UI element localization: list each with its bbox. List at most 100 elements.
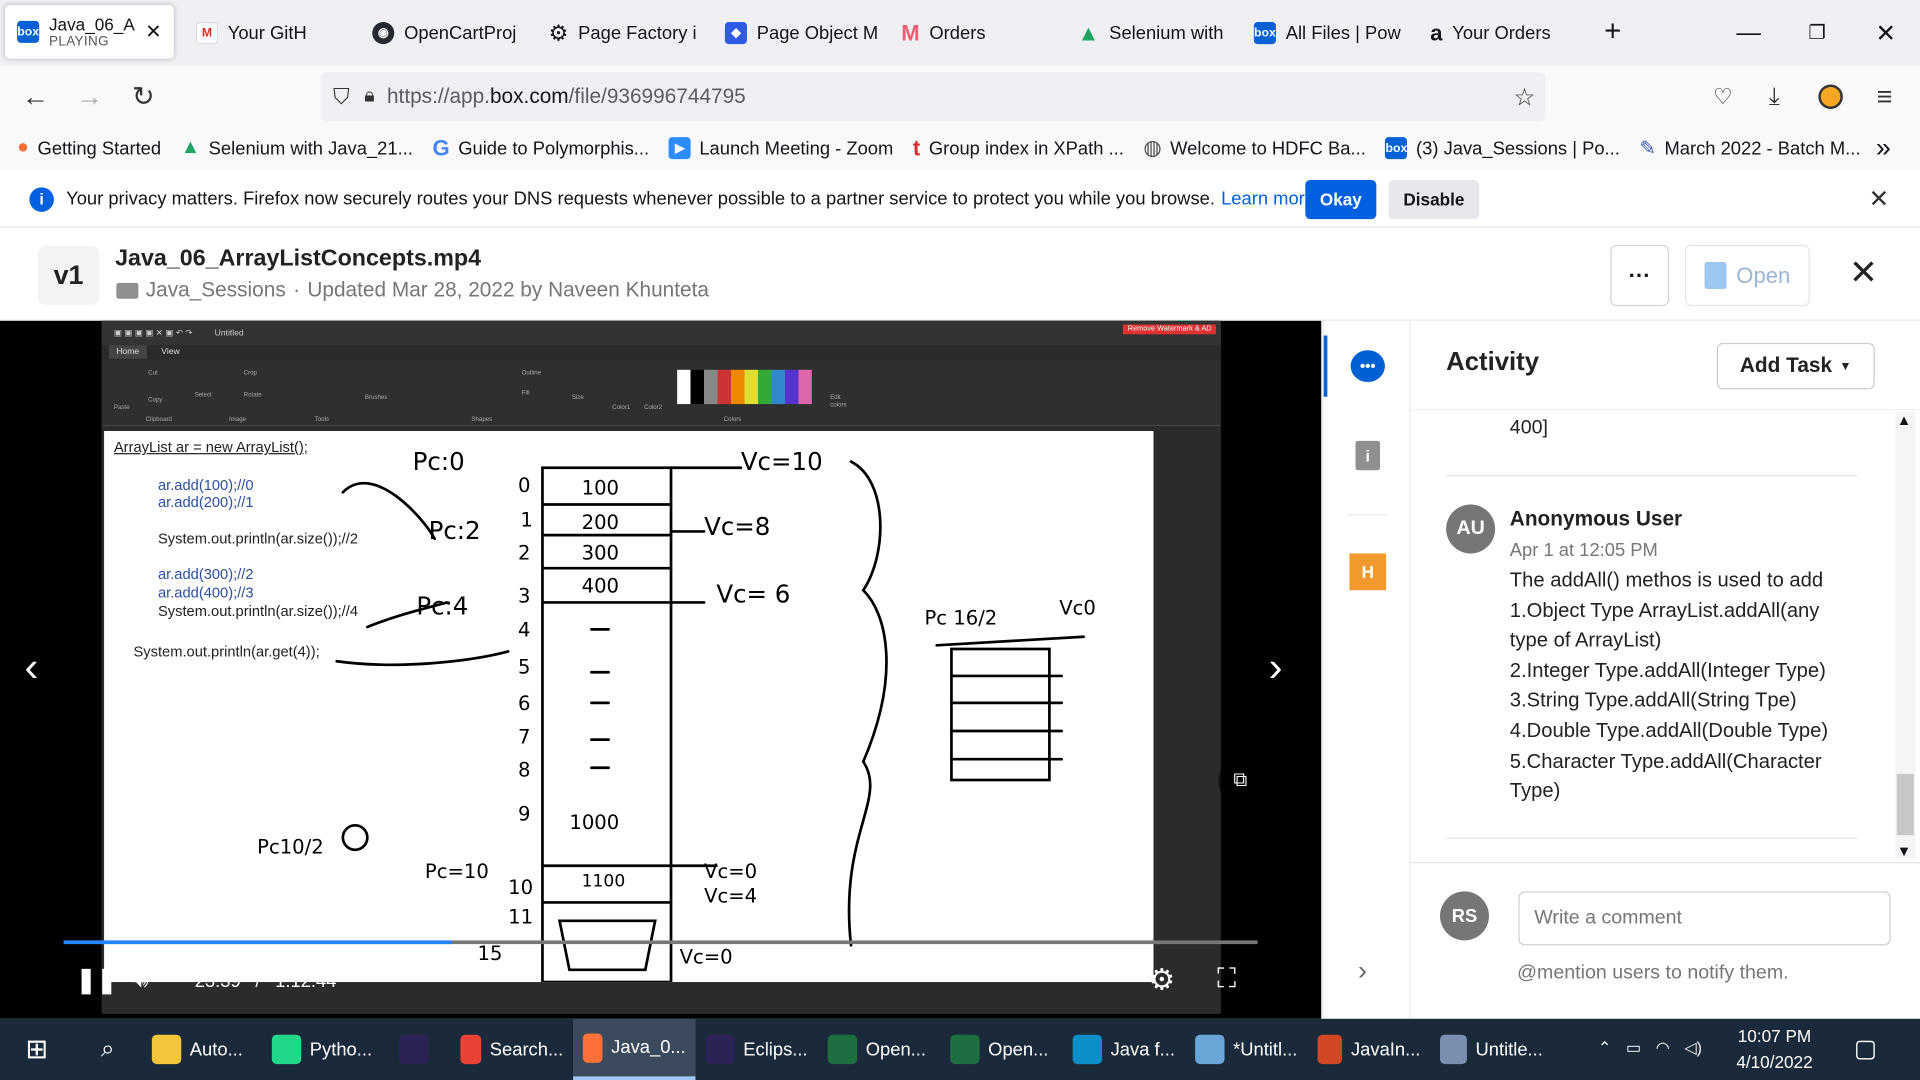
settings-gear-icon[interactable]: ⚙ <box>1149 962 1175 998</box>
bookmark-label: Group index in XPath ... <box>928 137 1124 159</box>
taskbar-item[interactable]: Open... <box>940 1019 1062 1080</box>
ribbon-label: Outline <box>521 369 542 378</box>
learn-more-link[interactable]: Learn more <box>1221 189 1315 210</box>
tab-opencart[interactable]: ◉ OpenCartProj <box>360 9 536 58</box>
tab-selenium[interactable]: ▲ Selenium with <box>1065 9 1241 58</box>
speaker-icon[interactable]: ◁) <box>1684 1038 1702 1058</box>
back-icon[interactable]: ← <box>15 76 57 118</box>
search-icon[interactable]: ⌕ <box>73 1019 142 1080</box>
picture-in-picture-icon[interactable]: ⧉ <box>1218 759 1263 804</box>
menu-icon[interactable]: ≡ <box>1864 76 1906 118</box>
next-file-icon[interactable]: › <box>1269 644 1283 692</box>
drive-icon: ▲ <box>1077 20 1100 45</box>
tab-close-icon[interactable]: ✕ <box>145 20 161 44</box>
tab-page-object[interactable]: ◆ Page Object M <box>713 9 889 58</box>
volume-icon[interactable]: 🔊︎ <box>132 962 149 994</box>
ribbon-label: Copy <box>148 396 163 405</box>
open-label: Open <box>1736 262 1791 288</box>
close-preview-button[interactable]: ✕ <box>1849 252 1878 292</box>
bookmark-item[interactable]: ▲ Selenium with Java_21... <box>181 137 413 159</box>
pause-icon[interactable]: ❚❚ <box>76 965 117 996</box>
window-close-icon[interactable]: ✕ <box>1851 0 1920 66</box>
ribbon-label: Crop <box>243 369 257 378</box>
collapse-sidebar-icon[interactable]: › <box>1358 955 1367 987</box>
open-button[interactable]: Open <box>1684 244 1810 307</box>
wifi-icon[interactable]: ◠ <box>1656 1038 1670 1058</box>
seek-bar[interactable] <box>63 940 1258 945</box>
taskbar-item[interactable]: Open... <box>818 1019 940 1080</box>
scroll-down-icon[interactable]: ▼ <box>1897 842 1912 859</box>
restore-icon[interactable]: ❐ <box>1783 0 1852 66</box>
bookmark-item[interactable]: G Guide to Polymorphis... <box>432 135 649 161</box>
forward-icon[interactable]: → <box>69 76 111 118</box>
extension-icon[interactable] <box>1810 76 1852 118</box>
prev-file-icon[interactable]: ‹ <box>24 644 38 692</box>
box-icon: box <box>1385 137 1408 160</box>
shield-icon: ⛉ <box>333 83 350 109</box>
firefox-icon <box>582 1032 603 1063</box>
taskbar-item[interactable]: Auto... <box>142 1019 262 1080</box>
clock-time: 10:07 PM <box>1737 1026 1812 1046</box>
battery-icon[interactable]: ▭ <box>1626 1038 1641 1058</box>
bookmark-item[interactable]: ✎ March 2022 - Batch M... <box>1639 136 1860 160</box>
notifications-icon[interactable]: ▢ <box>1854 1033 1877 1064</box>
taskbar-item[interactable] <box>389 1019 450 1080</box>
svg-text:8: 8 <box>518 758 530 781</box>
url-bar[interactable]: ⛉ 🔒︎ https://app. box.com/file/9369967447… <box>320 72 1546 122</box>
svg-text:Pc:0: Pc:0 <box>413 447 465 476</box>
app-integration-icon[interactable]: H <box>1349 553 1387 591</box>
okay-button[interactable]: Okay <box>1305 180 1377 220</box>
new-tab-button[interactable]: + <box>1604 15 1621 49</box>
taskbar-item[interactable]: Untitle... <box>1430 1019 1552 1080</box>
details-info-icon[interactable]: i <box>1355 440 1381 471</box>
taskbar-item[interactable]: Pytho... <box>262 1019 389 1080</box>
tab-orders[interactable]: M Orders <box>889 9 1065 58</box>
scroll-up-icon[interactable]: ▲ <box>1897 411 1912 428</box>
bookmark-item[interactable]: ◍ Welcome to HDFC Ba... <box>1143 136 1365 160</box>
fullscreen-icon[interactable]: ⛶ <box>1217 962 1236 994</box>
comment-input[interactable] <box>1518 891 1891 946</box>
taskbar-item[interactable]: JavaIn... <box>1308 1019 1430 1080</box>
version-badge[interactable]: v1 <box>37 246 100 305</box>
chevron-up-icon[interactable]: ⌃ <box>1598 1038 1611 1058</box>
download-icon[interactable]: ⤓ <box>1753 76 1795 118</box>
tab-your-orders[interactable]: a Your Orders <box>1418 9 1594 58</box>
scroll-thumb[interactable] <box>1896 773 1914 836</box>
bookmark-item[interactable]: ● Getting Started <box>17 137 161 159</box>
tab-label: Page Object M <box>756 22 879 44</box>
bookmark-item[interactable]: ▶ Launch Meeting - Zoom <box>668 137 893 160</box>
bookmark-item[interactable]: t Group index in XPath ... <box>913 135 1124 161</box>
activity-comment-icon[interactable]: ••• <box>1350 350 1385 383</box>
tab-page-factory[interactable]: ⚙ Page Factory i <box>536 9 712 58</box>
taskbar-item[interactable]: Java_0... <box>573 1018 696 1080</box>
bookmarks-overflow-icon[interactable]: » <box>1876 132 1891 164</box>
taskbar-item[interactable]: Java f... <box>1063 1019 1185 1080</box>
taskbar-label: Open... <box>865 1038 926 1060</box>
clock[interactable]: 10:07 PM 4/10/2022 <box>1736 1024 1812 1075</box>
more-options-button[interactable]: ··· <box>1610 244 1669 307</box>
taskbar-item[interactable]: Eclips... <box>696 1019 818 1080</box>
star-icon[interactable]: ☆ <box>1514 81 1536 112</box>
current-time: 23:39 <box>194 971 241 992</box>
pocket-icon[interactable]: ♡ <box>1702 76 1744 118</box>
taskbar-item[interactable]: Search... <box>451 1019 573 1080</box>
disable-button[interactable]: Disable <box>1388 180 1480 220</box>
minimize-icon[interactable]: — <box>1714 0 1783 66</box>
tab-github[interactable]: M Your GitH <box>184 9 360 58</box>
taskbar-label: Search... <box>489 1038 564 1060</box>
t-icon: t <box>912 135 921 160</box>
drive-icon: ▲ <box>180 137 201 158</box>
taskbar-item[interactable]: *Untitl... <box>1185 1019 1307 1080</box>
add-task-button[interactable]: Add Task ▼ <box>1716 342 1875 390</box>
folder-link[interactable]: Java_Sessions <box>146 278 286 302</box>
bookmark-item[interactable]: box (3) Java_Sessions | Po... <box>1385 137 1620 160</box>
notice-close-icon[interactable]: ✕ <box>1869 184 1890 215</box>
windows-start-icon[interactable]: ⊞ <box>0 1019 73 1080</box>
activity-scrollbar[interactable]: ▲ ▼ <box>1895 411 1916 860</box>
paint-quick-icons: ▣ ▣ ▣ ▣ ✕ ▣ ↶ ↷ <box>113 329 193 338</box>
tab-all-files[interactable]: box All Files | Pow <box>1242 9 1418 58</box>
tab-active[interactable]: box Java_06_Ar PLAYING ✕ <box>4 4 174 59</box>
powerpoint-icon <box>1317 1034 1343 1065</box>
reload-icon[interactable]: ↻ <box>122 76 164 118</box>
svg-text:Vc=0: Vc=0 <box>704 860 757 883</box>
